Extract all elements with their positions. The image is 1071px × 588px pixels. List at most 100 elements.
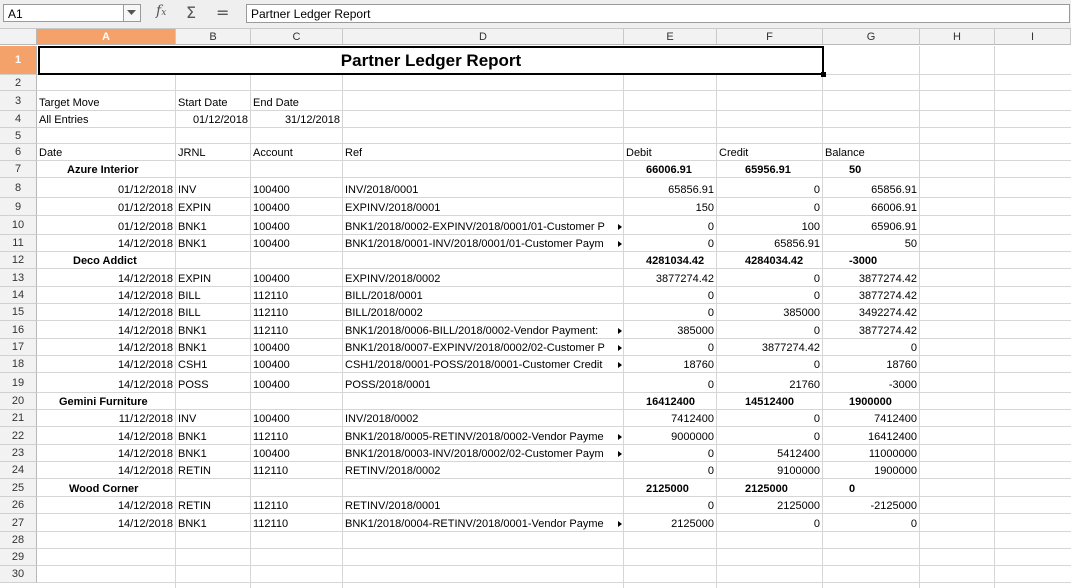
line-account[interactable]: 100400 — [253, 413, 340, 426]
formula-input[interactable]: Partner Ledger Report — [246, 4, 1070, 23]
line-jrnl[interactable]: BNK1 — [178, 221, 248, 234]
line-credit[interactable]: 0 — [719, 359, 820, 372]
line-ref[interactable]: BNK1/2018/0005-RETINV/2018/0002-Vendor P… — [345, 431, 621, 444]
partner-credit[interactable]: 2125000 — [719, 483, 820, 496]
line-ref[interactable]: BNK1/2018/0003-INV/2018/0002/02-Customer… — [345, 448, 621, 461]
line-ref[interactable]: RETINV/2018/0001 — [345, 500, 621, 513]
line-balance[interactable]: 65856.91 — [825, 184, 917, 197]
header-jrnl[interactable]: JRNL — [178, 147, 248, 160]
line-account[interactable]: 100400 — [253, 202, 340, 215]
line-date[interactable]: 14/12/2018 — [39, 290, 173, 303]
column-header-a[interactable]: A — [37, 29, 176, 45]
partner-debit[interactable]: 2125000 — [626, 483, 714, 496]
line-balance[interactable]: 7412400 — [825, 413, 917, 426]
row-header-1[interactable]: 1 — [0, 46, 37, 75]
line-debit[interactable]: 2125000 — [626, 518, 714, 531]
partner-name[interactable]: Azure Interior — [39, 164, 173, 177]
row-header-20[interactable]: 20 — [0, 393, 37, 410]
partner-name[interactable]: Deco Addict — [39, 255, 173, 268]
line-jrnl[interactable]: INV — [178, 413, 248, 426]
header-ref[interactable]: Ref — [345, 147, 621, 160]
row-header-19[interactable]: 19 — [0, 373, 37, 393]
line-ref[interactable]: BILL/2018/0001 — [345, 290, 621, 303]
partner-name[interactable]: Wood Corner — [39, 483, 173, 496]
start-date-value[interactable]: 01/12/2018 — [178, 114, 248, 127]
line-balance[interactable]: 3877274.42 — [825, 290, 917, 303]
partner-name[interactable]: Gemini Furniture — [39, 396, 173, 409]
line-jrnl[interactable]: BNK1 — [178, 325, 248, 338]
line-credit[interactable]: 2125000 — [719, 500, 820, 513]
sum-icon[interactable]: Σ — [186, 3, 206, 23]
column-header-e[interactable]: E — [624, 29, 717, 45]
line-jrnl[interactable]: BILL — [178, 307, 248, 320]
line-account[interactable]: 112110 — [253, 431, 340, 444]
selection-fill-handle[interactable] — [821, 72, 826, 77]
partner-debit[interactable]: 4281034.42 — [626, 255, 714, 268]
line-ref[interactable]: EXPINV/2018/0001 — [345, 202, 621, 215]
partner-credit[interactable]: 14512400 — [719, 396, 820, 409]
target-move-value[interactable]: All Entries — [39, 114, 173, 127]
target-move-label[interactable]: Target Move — [39, 97, 173, 110]
line-ref[interactable]: BNK1/2018/0004-RETINV/2018/0001-Vendor P… — [345, 518, 621, 531]
line-date[interactable]: 14/12/2018 — [39, 359, 173, 372]
line-credit[interactable]: 0 — [719, 273, 820, 286]
line-jrnl[interactable]: CSH1 — [178, 359, 248, 372]
line-jrnl[interactable]: BILL — [178, 290, 248, 303]
row-header-26[interactable]: 26 — [0, 497, 37, 514]
line-debit[interactable]: 7412400 — [626, 413, 714, 426]
line-balance[interactable]: 65906.91 — [825, 221, 917, 234]
select-all-corner[interactable] — [0, 29, 37, 45]
line-balance[interactable]: 18760 — [825, 359, 917, 372]
row-header-3[interactable]: 3 — [0, 91, 37, 111]
header-balance[interactable]: Balance — [825, 147, 917, 160]
line-ref[interactable]: BNK1/2018/0002-EXPINV/2018/0001/01-Custo… — [345, 221, 621, 234]
row-header-25[interactable]: 25 — [0, 479, 37, 497]
line-credit[interactable]: 0 — [719, 518, 820, 531]
column-header-c[interactable]: C — [251, 29, 343, 45]
row-header-21[interactable]: 21 — [0, 410, 37, 427]
line-debit[interactable]: 385000 — [626, 325, 714, 338]
row-header-13[interactable]: 13 — [0, 269, 37, 287]
line-credit[interactable]: 3877274.42 — [719, 342, 820, 355]
row-header-16[interactable]: 16 — [0, 321, 37, 339]
line-credit[interactable]: 0 — [719, 290, 820, 303]
line-date[interactable]: 14/12/2018 — [39, 307, 173, 320]
column-header-g[interactable]: G — [823, 29, 920, 45]
report-title[interactable]: Partner Ledger Report — [38, 46, 824, 75]
row-header-18[interactable]: 18 — [0, 356, 37, 373]
row-header-27[interactable]: 27 — [0, 514, 37, 532]
line-jrnl[interactable]: BNK1 — [178, 342, 248, 355]
line-jrnl[interactable]: RETIN — [178, 465, 248, 478]
partner-debit[interactable]: 66006.91 — [626, 164, 714, 177]
line-debit[interactable]: 0 — [626, 307, 714, 320]
line-debit[interactable]: 0 — [626, 290, 714, 303]
line-jrnl[interactable]: BNK1 — [178, 448, 248, 461]
line-account[interactable]: 100400 — [253, 379, 340, 392]
line-balance[interactable]: 66006.91 — [825, 202, 917, 215]
line-date[interactable]: 14/12/2018 — [39, 518, 173, 531]
row-header-17[interactable]: 17 — [0, 339, 37, 356]
line-debit[interactable]: 0 — [626, 448, 714, 461]
line-credit[interactable]: 385000 — [719, 307, 820, 320]
line-credit[interactable]: 0 — [719, 325, 820, 338]
line-ref[interactable]: BNK1/2018/0006-BILL/2018/0002-Vendor Pay… — [345, 325, 621, 338]
row-header-24[interactable]: 24 — [0, 462, 37, 479]
line-balance[interactable]: 16412400 — [825, 431, 917, 444]
line-date[interactable]: 14/12/2018 — [39, 379, 173, 392]
line-debit[interactable]: 3877274.42 — [626, 273, 714, 286]
line-debit[interactable]: 9000000 — [626, 431, 714, 444]
column-header-i[interactable]: I — [995, 29, 1071, 45]
line-jrnl[interactable]: BNK1 — [178, 431, 248, 444]
line-date[interactable]: 11/12/2018 — [39, 413, 173, 426]
formula-icon[interactable]: = — [216, 3, 236, 23]
line-jrnl[interactable]: EXPIN — [178, 202, 248, 215]
line-date[interactable]: 14/12/2018 — [39, 273, 173, 286]
line-credit[interactable]: 0 — [719, 202, 820, 215]
line-ref[interactable]: EXPINV/2018/0002 — [345, 273, 621, 286]
line-date[interactable]: 14/12/2018 — [39, 431, 173, 444]
partner-balance[interactable]: 50 — [825, 164, 917, 177]
line-credit[interactable]: 100 — [719, 221, 820, 234]
row-header-23[interactable]: 23 — [0, 445, 37, 462]
line-date[interactable]: 14/12/2018 — [39, 500, 173, 513]
line-jrnl[interactable]: POSS — [178, 379, 248, 392]
